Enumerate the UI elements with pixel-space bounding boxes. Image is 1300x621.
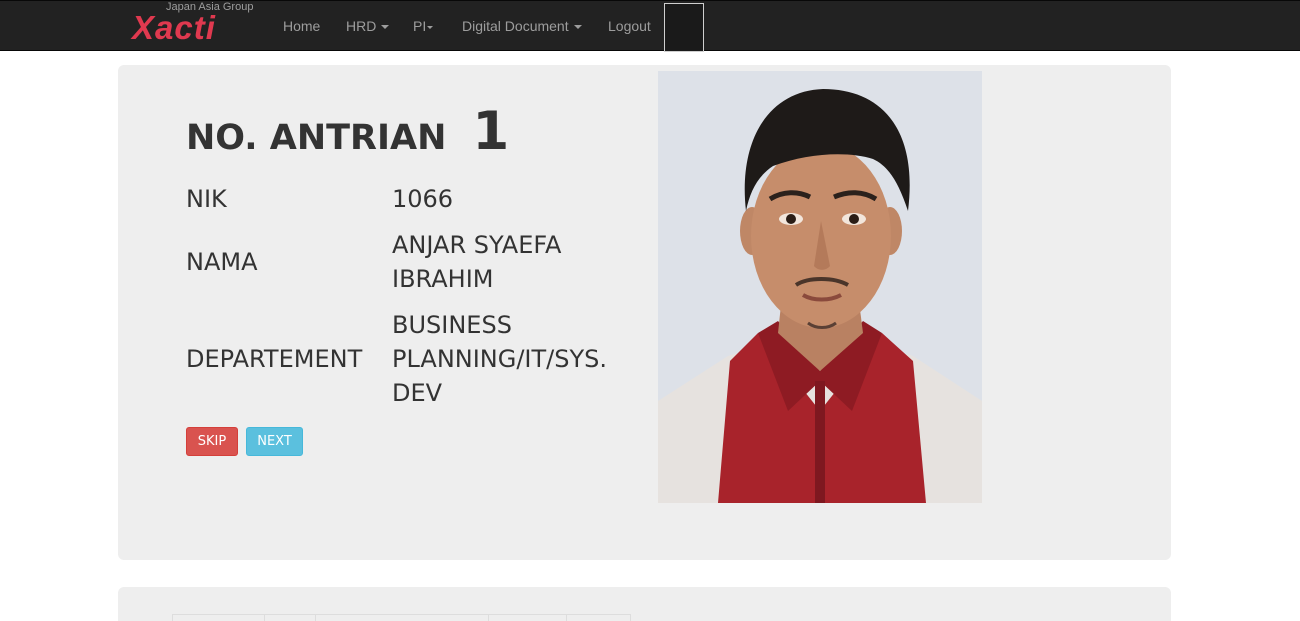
employee-portrait-image [658,71,982,503]
table-header-cell [567,615,631,621]
nav-pi-label: PI [413,18,427,34]
caret-down-icon [427,25,434,29]
brand-logo[interactable]: Japan Asia Group Xacti [130,1,270,51]
caret-down-icon [573,25,582,30]
nik-value: 1066 [392,185,454,213]
employee-photo [658,71,982,503]
departement-value: BUSINESS PLANNING/IT/SYS. DEV [392,311,608,407]
queue-heading: NO. ANTRIAN 1 [186,101,509,162]
table-header-cell [489,615,567,621]
next-button[interactable]: NEXT [246,427,303,456]
nav-hrd-label: HRD [346,18,377,34]
nav-logout[interactable]: Logout [608,1,651,51]
skip-button[interactable]: SKIP [186,427,238,456]
table-header-cell [316,615,489,621]
nama-value: ANJAR SYAEFA IBRAHIM [392,231,562,293]
nav-home-label: Home [283,18,321,34]
secondary-panel [118,587,1171,621]
nav-empty-box[interactable] [664,3,704,52]
nama-label: NAMA [186,248,258,276]
nav-hrd-dropdown[interactable]: HRD [346,1,390,51]
nav-logout-label: Logout [608,18,651,34]
brand-name: Xacti [132,9,216,46]
queue-number: 1 [472,101,510,162]
queue-label: NO. ANTRIAN [186,118,447,158]
nav-digital-document-dropdown[interactable]: Digital Document [462,1,582,51]
table-header-cell [265,615,316,621]
table-header-cell [172,615,265,621]
nav-home[interactable]: Home [283,1,320,51]
nik-label: NIK [186,185,227,213]
top-navbar: Japan Asia Group Xacti Home HRD PI Digit… [0,0,1300,52]
nav-pi-dropdown[interactable]: PI [413,1,434,51]
queue-panel: NO. ANTRIAN 1 NIK 1066 NAMA ANJAR SYAEFA … [118,65,1171,560]
table-header-row [172,614,631,621]
departement-label: DEPARTEMENT [186,345,363,373]
caret-down-icon [381,25,390,30]
nav-digital-document-label: Digital Document [462,18,569,34]
